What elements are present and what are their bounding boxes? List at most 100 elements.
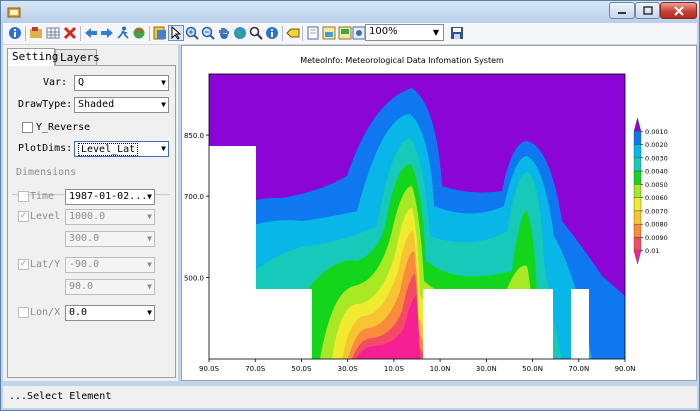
lat-label: Lat/Y: [30, 259, 61, 270]
tab-layers[interactable]: Layers: [55, 49, 100, 65]
x-tick-label: 90.0N: [615, 365, 636, 373]
select-tool-button[interactable]: [168, 25, 184, 41]
export-icon: [338, 26, 352, 40]
drawtype-select[interactable]: Shaded ▼: [74, 97, 169, 113]
level-checkbox[interactable]: ✓: [18, 211, 29, 222]
time-checkbox[interactable]: [18, 191, 29, 202]
minimize-icon: [618, 11, 626, 14]
legend: 0.0010 0.0020 0.0030 0.0040 0.0050 0.0060 0.00…: [633, 117, 668, 265]
zoom-out-button[interactable]: [200, 25, 216, 41]
mask-block: [423, 289, 553, 359]
label-button[interactable]: [285, 25, 301, 41]
lon-checkbox[interactable]: [18, 307, 29, 318]
time-value: 1987-01-02...: [69, 191, 148, 202]
y-axis: 500.0 700.0 850.0: [184, 132, 209, 283]
lon-select[interactable]: 0.0 ▼: [65, 305, 155, 321]
save-icon: [451, 27, 463, 39]
legend-label: 0.0090: [645, 234, 668, 242]
lat-value: -90.0: [69, 259, 100, 270]
minimize-button[interactable]: [609, 2, 635, 19]
pan-button[interactable]: [216, 25, 232, 41]
chevron-down-icon: ▼: [147, 282, 152, 291]
status-bar: ...Select Element: [3, 386, 697, 408]
legend-label: 0.0050: [645, 181, 668, 189]
lat-select[interactable]: -90.0 ▼: [65, 257, 155, 273]
plotdims-select[interactable]: Level_Lat ▼: [74, 141, 169, 157]
legend-swatch: [633, 131, 642, 145]
legend-swatch: [633, 184, 642, 198]
chevron-down-icon: ▼: [147, 212, 152, 221]
map-view[interactable]: MeteoInfo: Meteorological Data Infomatio…: [181, 45, 697, 381]
info-icon: [9, 27, 21, 39]
chevron-down-icon: ▼: [161, 78, 166, 87]
time-label: Time: [30, 191, 55, 202]
level-end-select[interactable]: 300.0 ▼: [65, 231, 155, 247]
time-select[interactable]: 1987-01-02... ▼: [65, 189, 155, 205]
x-tick-label: 50.0N: [522, 365, 543, 373]
legend-swatch: [633, 144, 642, 159]
save-button[interactable]: [449, 25, 465, 41]
title-bar[interactable]: [1, 1, 699, 23]
legend-swatch: [633, 223, 642, 238]
dimensions-label: Dimensions: [16, 167, 80, 178]
forward-button[interactable]: [99, 25, 115, 41]
animate-button[interactable]: [131, 25, 147, 41]
plotdims-label: PlotDims:: [18, 143, 73, 154]
zoom-in-icon: [185, 26, 199, 40]
new-page-button[interactable]: [305, 25, 321, 41]
x-axis: 90.0S 70.0S 50.0S 30.0S 10.0S 10.0N 30.0N 50.0N…: [199, 359, 635, 373]
var-select[interactable]: Q ▼: [74, 75, 169, 91]
arrow-right-icon: [101, 28, 113, 38]
run-button[interactable]: [115, 25, 131, 41]
plotdims-value: Level_Lat: [78, 143, 139, 156]
chevron-down-icon: ▼: [147, 260, 152, 269]
chevron-down-icon: ▼: [161, 100, 166, 109]
open-button[interactable]: [28, 25, 44, 41]
drawtype-label: DrawType:: [18, 99, 73, 110]
x-tick-label: 30.0N: [476, 365, 497, 373]
lat-end-select[interactable]: 90.0 ▼: [65, 279, 155, 295]
legend-swatch: [633, 210, 642, 225]
identify-button[interactable]: [248, 25, 264, 41]
x-tick-label: 10.0S: [384, 365, 405, 373]
chart-title: MeteoInfo: Meteorological Data Infomatio…: [300, 56, 504, 65]
layout-icon: [153, 26, 166, 40]
magnifier-icon: [249, 26, 263, 40]
layout-button[interactable]: [152, 25, 168, 41]
level-select[interactable]: 1000.0 ▼: [65, 209, 155, 225]
legend-label: 0.0080: [645, 221, 668, 229]
legend-label: 0.0030: [645, 154, 668, 162]
legend-swatch: [633, 197, 642, 212]
info-tool-button[interactable]: [264, 25, 280, 41]
tab-setting[interactable]: Setting: [7, 48, 58, 66]
lat-checkbox[interactable]: ✓: [18, 259, 29, 270]
delete-icon: [63, 26, 77, 40]
close-button[interactable]: [660, 2, 697, 19]
remove-button[interactable]: [62, 25, 78, 41]
x-tick-label: 70.0N: [568, 365, 589, 373]
full-extent-button[interactable]: [232, 25, 248, 41]
y-reverse-checkbox[interactable]: [22, 122, 33, 133]
legend-swatch: [633, 250, 642, 265]
legend-swatch: [633, 117, 642, 132]
maximize-icon: [642, 6, 653, 15]
info-button[interactable]: [7, 25, 23, 41]
var-label: Var:: [43, 77, 68, 88]
zoom-in-button[interactable]: [184, 25, 200, 41]
legend-label: 0.0040: [645, 168, 668, 176]
zoom-select[interactable]: 100% ▼: [365, 24, 444, 41]
chevron-down-icon: ▼: [147, 308, 152, 317]
app-icon: [7, 7, 21, 18]
x-tick-label: 90.0S: [199, 365, 220, 373]
maximize-button[interactable]: [635, 2, 660, 19]
pointer-icon: [171, 26, 182, 40]
import-button[interactable]: [321, 25, 337, 41]
table-icon: [46, 27, 60, 39]
back-button[interactable]: [83, 25, 99, 41]
contour-field: [209, 74, 625, 359]
setting-panel: Var: Q ▼ DrawType: Shaded ▼ Y_Reverse Plot…: [7, 65, 176, 378]
legend-swatch: [633, 237, 642, 251]
chevron-down-icon: ▼: [161, 144, 166, 153]
label-icon: [286, 28, 300, 38]
table-button[interactable]: [45, 25, 61, 41]
